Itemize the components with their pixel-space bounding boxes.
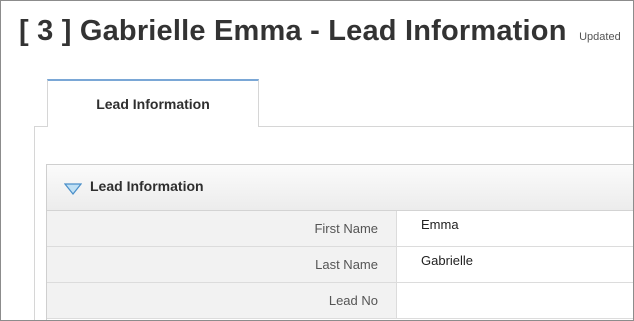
field-label: First Name: [314, 221, 378, 236]
field-label-cell: First Name: [47, 211, 397, 246]
block-title: Lead Information: [90, 178, 204, 194]
field-label: Lead No: [328, 293, 378, 308]
updated-info: Updated: [579, 31, 621, 43]
field-row-last-name: Last Name Gabrielle: [47, 247, 633, 283]
tab-lead-information[interactable]: Lead Information: [47, 79, 259, 127]
collapse-triangle-icon[interactable]: [64, 183, 82, 195]
field-label-cell: Last Name: [47, 247, 397, 282]
field-value[interactable]: Gabrielle: [421, 253, 473, 268]
field-row-lead-no: Lead No: [47, 283, 633, 319]
field-label-cell: Lead No: [47, 283, 397, 318]
page-title: [ 3 ] Gabrielle Emma - Lead Information: [19, 15, 567, 47]
lead-detail-window: [ 3 ] Gabrielle Emma - Lead Information …: [0, 0, 634, 321]
field-row-first-name: First Name Emma: [47, 211, 633, 247]
block-header[interactable]: Lead Information: [47, 165, 633, 211]
field-label: Last Name: [315, 257, 378, 272]
lead-information-block: Lead Information First Name Emma Last Na…: [46, 164, 633, 320]
field-value[interactable]: Emma: [421, 217, 459, 232]
page-header: [ 3 ] Gabrielle Emma - Lead Information …: [19, 15, 621, 48]
